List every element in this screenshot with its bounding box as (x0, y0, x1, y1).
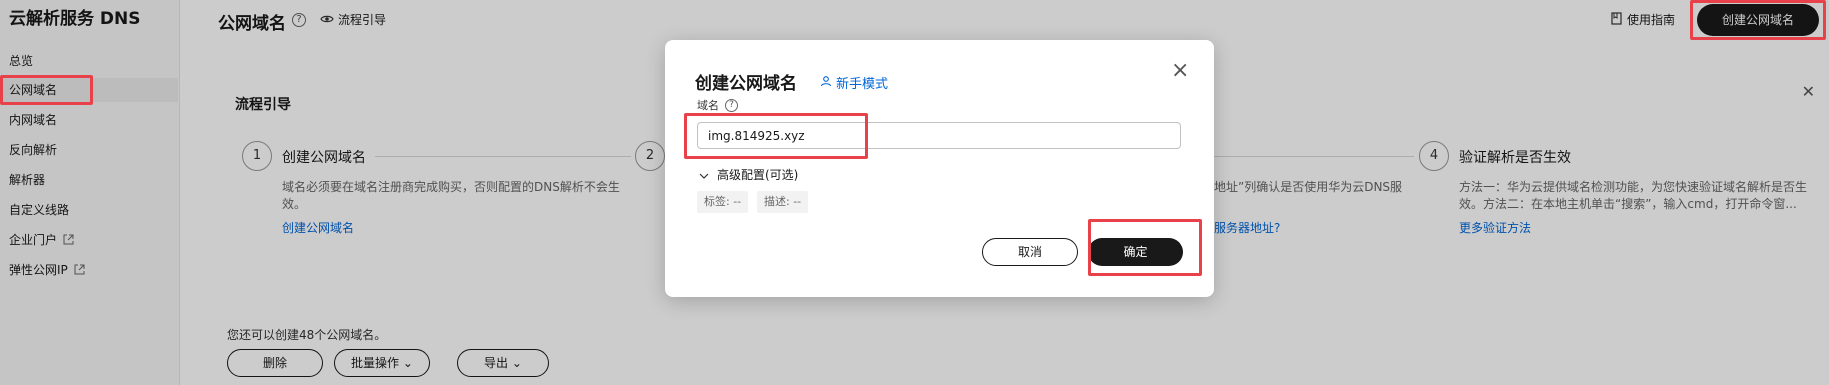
chevron-down-icon (699, 168, 709, 182)
domain-name-input[interactable] (697, 122, 1181, 149)
create-domain-dialog: 创建公网域名 新手模式 × 域名 ? 高级配置(可选) 标签: -- 描述: -… (665, 40, 1214, 297)
domain-label: 域名 (697, 99, 719, 112)
user-icon (820, 75, 832, 91)
tag-summary: 标签: -- (697, 191, 749, 213)
dialog-close-icon[interactable]: × (1171, 60, 1189, 82)
dialog-title: 创建公网域名 (695, 74, 797, 94)
novice-mode-link[interactable]: 新手模式 (820, 73, 888, 92)
cancel-button[interactable]: 取消 (982, 238, 1078, 266)
novice-mode-label: 新手模式 (836, 77, 889, 92)
description-summary: 描述: -- (757, 191, 809, 213)
advanced-config-toggle[interactable]: 高级配置(可选) (699, 166, 798, 183)
domain-field-label: 域名 ? (697, 97, 738, 113)
confirm-button[interactable]: 确定 (1088, 238, 1183, 266)
help-icon[interactable]: ? (725, 98, 738, 112)
advanced-config-label: 高级配置(可选) (717, 168, 799, 182)
